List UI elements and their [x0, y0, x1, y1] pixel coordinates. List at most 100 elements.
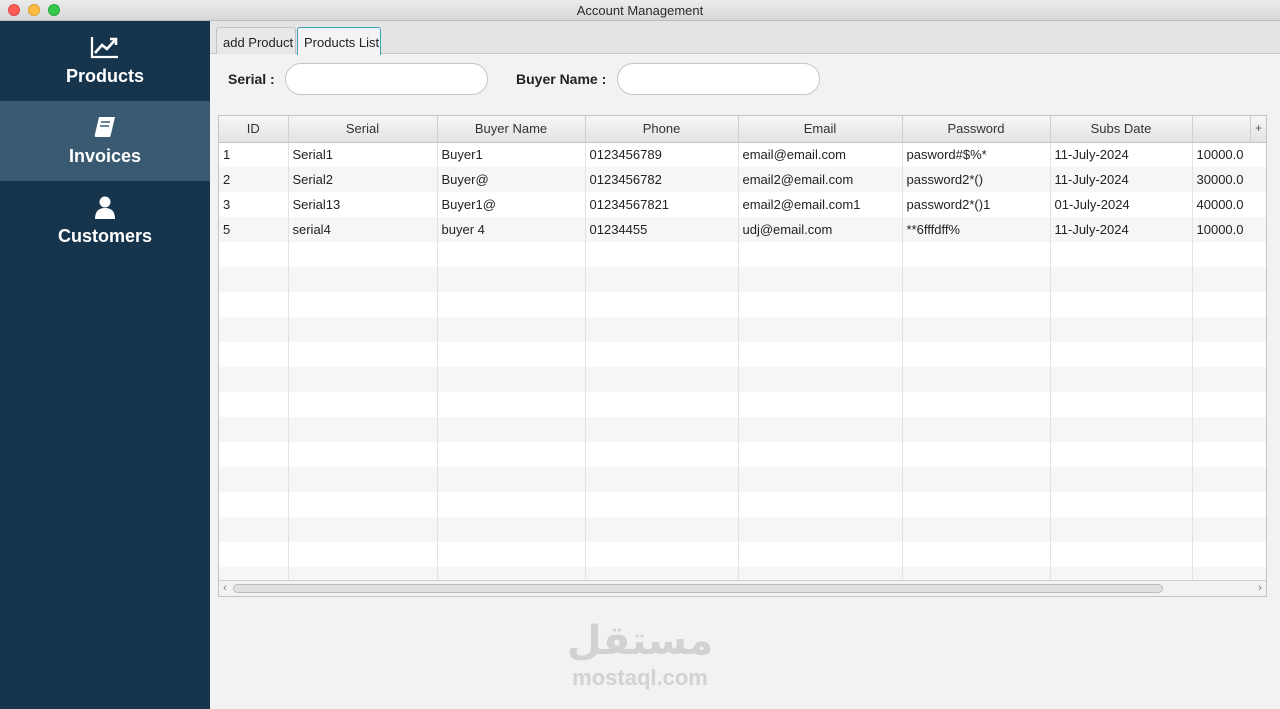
chart-line-icon	[0, 35, 210, 59]
empty-table-row[interactable]	[219, 292, 1266, 317]
empty-table-row[interactable]	[219, 342, 1266, 367]
table-cell: buyer 4	[437, 217, 586, 242]
products-table: ID Serial Buyer Name Phone Email Passwor…	[218, 115, 1267, 597]
tab-products-list[interactable]: Products List	[297, 27, 381, 55]
table-cell	[738, 517, 903, 542]
table-cell	[1050, 267, 1193, 292]
table-row[interactable]: 3 Serial13 Buyer1@ 01234567821 email2@email.…	[219, 192, 1266, 217]
table-cell	[437, 317, 586, 342]
empty-table-row[interactable]	[219, 392, 1266, 417]
table-cell	[902, 342, 1051, 367]
table-cell: email@email.com	[738, 142, 903, 167]
scrollbar-thumb[interactable]	[233, 584, 1163, 593]
table-cell	[738, 467, 903, 492]
table-cell	[902, 492, 1051, 517]
scroll-left-icon[interactable]: ‹	[219, 581, 231, 596]
sidebar-item-customers[interactable]: Customers	[0, 181, 210, 261]
table-cell	[437, 267, 586, 292]
table-cell	[585, 367, 739, 392]
table-cell: 0123456789	[585, 142, 739, 167]
column-header-phone[interactable]: Phone	[585, 116, 739, 143]
table-row[interactable]: 2 Serial2 Buyer@ 0123456782 email2@email.com…	[219, 167, 1266, 192]
scroll-right-icon[interactable]: ›	[1254, 581, 1266, 596]
table-cell	[585, 442, 739, 467]
table-cell	[1192, 517, 1266, 542]
table-cell	[288, 242, 438, 267]
table-cell	[288, 292, 438, 317]
table-cell: password2*()1	[902, 192, 1051, 217]
empty-table-row[interactable]	[219, 367, 1266, 392]
column-header-subs-date[interactable]: Subs Date	[1050, 116, 1193, 143]
table-cell	[288, 467, 438, 492]
table-cell	[437, 392, 586, 417]
table-cell	[1050, 417, 1193, 442]
column-header-password[interactable]: Password	[902, 116, 1051, 143]
column-header-id[interactable]: ID	[219, 116, 289, 143]
table-cell	[1192, 267, 1266, 292]
serial-input[interactable]	[285, 63, 488, 95]
table-cell	[288, 542, 438, 567]
empty-table-row[interactable]	[219, 492, 1266, 517]
sidebar-item-invoices[interactable]: Invoices	[0, 101, 210, 181]
table-cell: pasword#$%*	[902, 142, 1051, 167]
table-cell	[219, 317, 289, 342]
table-cell	[738, 367, 903, 392]
empty-table-row[interactable]	[219, 517, 1266, 542]
tab-add-product[interactable]: add Product	[216, 27, 296, 54]
main-content: add Product Products List Serial : Buyer…	[210, 21, 1280, 709]
table-cell: Serial13	[288, 192, 438, 217]
empty-table-row[interactable]	[219, 467, 1266, 492]
table-cell: 1	[219, 142, 289, 167]
table-cell	[219, 492, 289, 517]
table-cell	[1192, 392, 1266, 417]
table-cell: 11-July-2024	[1050, 142, 1193, 167]
table-cell: Serial2	[288, 167, 438, 192]
table-row[interactable]: 5 serial4 buyer 4 01234455 udj@email.com **6f…	[219, 217, 1266, 242]
table-cell	[288, 367, 438, 392]
table-cell	[219, 267, 289, 292]
tab-strip: add Product Products List	[210, 21, 1280, 55]
table-cell	[902, 442, 1051, 467]
horizontal-scrollbar[interactable]: ‹ ›	[219, 580, 1266, 596]
empty-table-row[interactable]	[219, 417, 1266, 442]
table-row[interactable]: 1 Serial1 Buyer1 0123456789 email@email.com p…	[219, 142, 1266, 167]
table-cell	[219, 517, 289, 542]
empty-table-row[interactable]	[219, 317, 1266, 342]
sidebar: Products Invoices Customers	[0, 21, 210, 709]
watermark-latin: mostaql.com	[572, 665, 708, 690]
empty-table-row[interactable]	[219, 242, 1266, 267]
title-bar: Account Management	[0, 0, 1280, 21]
table-cell	[902, 367, 1051, 392]
table-cell	[288, 492, 438, 517]
table-cell	[585, 542, 739, 567]
table-cell	[738, 542, 903, 567]
column-header-email[interactable]: Email	[738, 116, 903, 143]
table-cell	[1050, 467, 1193, 492]
user-icon	[0, 195, 210, 219]
table-cell: 3	[219, 192, 289, 217]
table-cell	[1050, 342, 1193, 367]
empty-table-row[interactable]	[219, 267, 1266, 292]
table-cell	[219, 467, 289, 492]
watermark-logo: مستقل mostaql.com	[550, 617, 730, 691]
table-cell	[437, 417, 586, 442]
column-menu-button[interactable]: +	[1250, 116, 1266, 142]
empty-table-row[interactable]	[219, 542, 1266, 567]
serial-label: Serial :	[228, 71, 275, 87]
table-cell	[288, 317, 438, 342]
table-cell	[288, 342, 438, 367]
buyer-name-input[interactable]	[617, 63, 820, 95]
table-cell	[219, 417, 289, 442]
sidebar-item-products[interactable]: Products	[0, 21, 210, 101]
table-cell	[738, 417, 903, 442]
table-cell	[1192, 442, 1266, 467]
table-cell	[437, 442, 586, 467]
table-cell: 11-July-2024	[1050, 217, 1193, 242]
empty-table-row[interactable]	[219, 442, 1266, 467]
table-cell	[585, 317, 739, 342]
column-header-serial[interactable]: Serial	[288, 116, 438, 143]
table-cell: serial4	[288, 217, 438, 242]
table-cell	[437, 467, 586, 492]
table-cell	[1050, 517, 1193, 542]
column-header-buyer-name[interactable]: Buyer Name	[437, 116, 586, 143]
